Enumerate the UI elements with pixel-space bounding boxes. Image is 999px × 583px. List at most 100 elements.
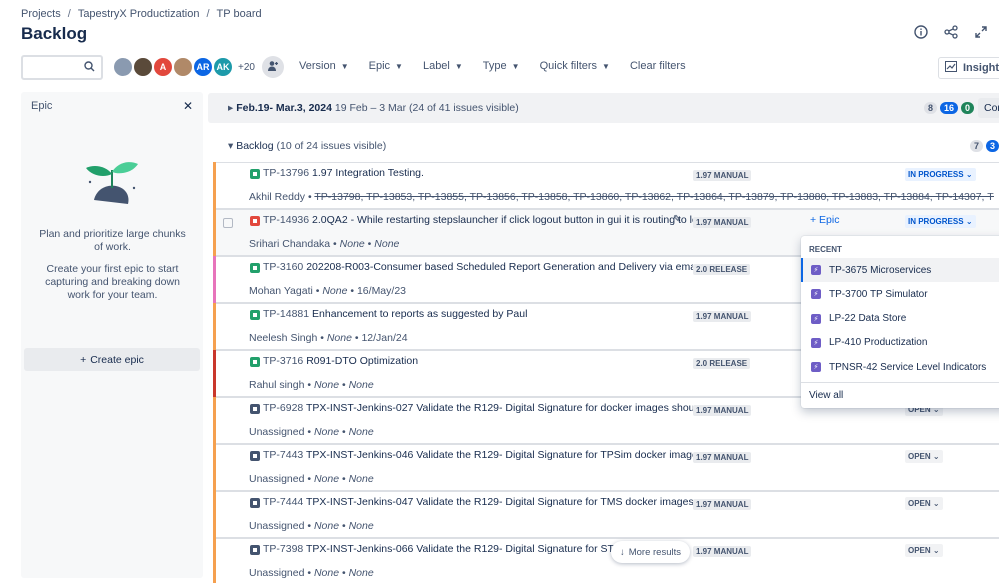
view-all-link[interactable]: View all [809,390,843,401]
more-results-button[interactable]: ↓ More results [611,541,690,563]
avatar[interactable] [172,56,194,78]
sprint-title[interactable]: ▸ Feb.19- Mar.3, 2024 19 Feb – 3 Mar (24… [228,102,519,114]
status-label: OPEN [908,546,931,555]
add-epic-button[interactable]: + Epic [810,214,839,226]
avatar[interactable] [112,56,134,78]
label-filter[interactable]: Label ▼ [423,60,463,72]
divider [801,382,999,383]
avatar[interactable]: AK [212,56,234,78]
fix-version-badge: 2.0 RELEASE [693,358,751,369]
issue-summary[interactable]: TP-13796 1.97 Integration Testing. [263,167,424,179]
breadcrumb-separator: / [206,8,210,20]
issue-key[interactable]: TP-13796 [263,167,309,179]
status-dropdown[interactable]: OPEN ⌄ [905,450,943,463]
breadcrumb-board[interactable]: TP board [217,8,262,20]
search-input[interactable] [27,57,85,78]
close-icon[interactable]: ✕ [183,99,193,113]
filter-label: Label [422,60,450,72]
insights-button[interactable]: Insights [938,57,999,79]
issue-key[interactable]: TP-14936 [263,214,309,226]
issue-summary[interactable]: TP-7444 TPX-INST-Jenkins-047 Validate th… [263,496,693,508]
bug-icon [250,216,260,226]
create-epic-button[interactable]: + Create epic [24,348,200,371]
edit-icon[interactable]: ✎ [673,214,681,225]
breadcrumb-projects[interactable]: Projects [21,8,61,20]
epic-option[interactable]: ⚡ TPNSR-42 Service Level Indicators [801,355,999,379]
backlog-visible: (10 of 24 issues visible) [276,140,387,152]
issue-epic: None [322,285,348,297]
issue-title: TPX-INST-Jenkins-046 Validate the R129- … [306,449,693,461]
quick-filters[interactable]: Quick filters ▼ [540,60,610,72]
epic-color-stripe [213,491,216,539]
arrow-down-icon: ↓ [619,546,625,558]
linked-issues: TP-13798, TP-13853, TP-13855, TP-13856, … [314,191,994,203]
clear-filters-button[interactable]: Clear filters [630,60,686,72]
avatar[interactable]: A [152,56,174,78]
issue-row[interactable]: TP-7443 TPX-INST-Jenkins-046 Validate th… [213,444,999,492]
issue-summary[interactable]: TP-14936 2.0QA2 - While restarting steps… [263,214,693,226]
issue-summary[interactable]: TP-3160 202208-R003-Consumer based Sched… [263,261,693,273]
issue-summary[interactable]: TP-3716 R091-DTO Optimization [263,355,418,367]
chevron-down-icon: ⌄ [932,452,940,461]
issue-key[interactable]: TP-7443 [263,449,303,461]
filter-label: Version [299,60,336,72]
backlog-header[interactable]: ▾ Backlog (10 of 24 issues visible) [228,140,386,152]
add-people-button[interactable] [262,56,284,78]
done-count: 0 [961,102,975,114]
complete-sprint-button[interactable]: Com [978,98,999,118]
fix-version-badge: 1.97 MANUAL [693,170,752,181]
info-icon[interactable] [913,24,929,40]
status-dropdown[interactable]: OPEN ⌄ [905,497,943,510]
epic-option-label: TP-3675 Microservices [829,264,932,276]
issue-checkbox[interactable] [223,218,233,228]
issue-key[interactable]: TP-3160 [263,261,303,273]
issue-meta: Unassigned • None • None [249,520,374,532]
avatar[interactable] [132,56,154,78]
fullscreen-icon[interactable] [973,24,989,40]
assignee: Akhil Reddy [249,191,306,203]
backlog-name: Backlog [236,140,274,152]
status-dropdown[interactable]: IN PROGRESS ⌄ [905,215,976,228]
assignee: Unassigned [249,426,305,438]
top-actions [913,24,989,40]
task-icon [250,498,260,508]
type-filter[interactable]: Type ▼ [483,60,520,72]
epic-option-label: TP-3700 TP Simulator [829,288,928,300]
dropdown-heading: RECENT [809,245,842,254]
epic-filter[interactable]: Epic ▼ [369,60,403,72]
issue-title: R091-DTO Optimization [306,355,419,367]
issue-key[interactable]: TP-7398 [263,543,303,555]
status-label: OPEN [908,452,931,461]
share-icon[interactable] [943,24,959,40]
issue-key[interactable]: TP-14881 [263,308,309,320]
issue-row[interactable]: TP-7398 TPX-INST-Jenkins-066 Validate th… [213,538,999,583]
epic-option[interactable]: ⚡ TP-3675 Microservices [801,258,999,282]
avatar-more-count[interactable]: +20 [238,62,255,73]
fix-version-badge: 1.97 MANUAL [693,546,752,557]
avatar[interactable]: AR [192,56,214,78]
issue-summary[interactable]: TP-7398 TPX-INST-Jenkins-066 Validate th… [263,543,666,555]
epic-option[interactable]: ⚡ LP-22 Data Store [801,307,999,331]
version-filter[interactable]: Version ▼ [299,60,349,72]
add-person-icon [267,60,279,75]
issue-summary[interactable]: TP-14881 Enhancement to reports as sugge… [263,308,527,320]
status-dropdown[interactable]: IN PROGRESS ⌄ [905,168,976,181]
epic-panel-title: Epic [31,100,53,112]
issue-summary[interactable]: TP-6928 TPX-INST-Jenkins-027 Validate th… [263,402,693,414]
breadcrumb-project[interactable]: TapestryX Productization [78,8,200,20]
issue-row[interactable]: TP-13796 1.97 Integration Testing. 1.97 … [213,162,999,210]
issue-key[interactable]: TP-7444 [263,496,303,508]
issue-summary[interactable]: TP-7443 TPX-INST-Jenkins-046 Validate th… [263,449,693,461]
issue-sprint: None [374,238,400,250]
epic-option[interactable]: ⚡ LP-410 Productization [801,331,999,355]
epic-icon: ⚡ [811,265,821,275]
epic-empty-hint: Create your first epic to start capturin… [45,263,180,301]
issue-key[interactable]: TP-3716 [263,355,303,367]
epic-option[interactable]: ⚡ TP-3700 TP Simulator [801,282,999,306]
search-field[interactable] [21,55,103,80]
status-dropdown[interactable]: OPEN ⌄ [905,544,943,557]
issue-key[interactable]: TP-6928 [263,402,303,414]
epic-option-label: LP-22 Data Store [829,313,907,325]
insights-label: Insights [963,62,999,74]
issue-row[interactable]: TP-7444 TPX-INST-Jenkins-047 Validate th… [213,491,999,539]
